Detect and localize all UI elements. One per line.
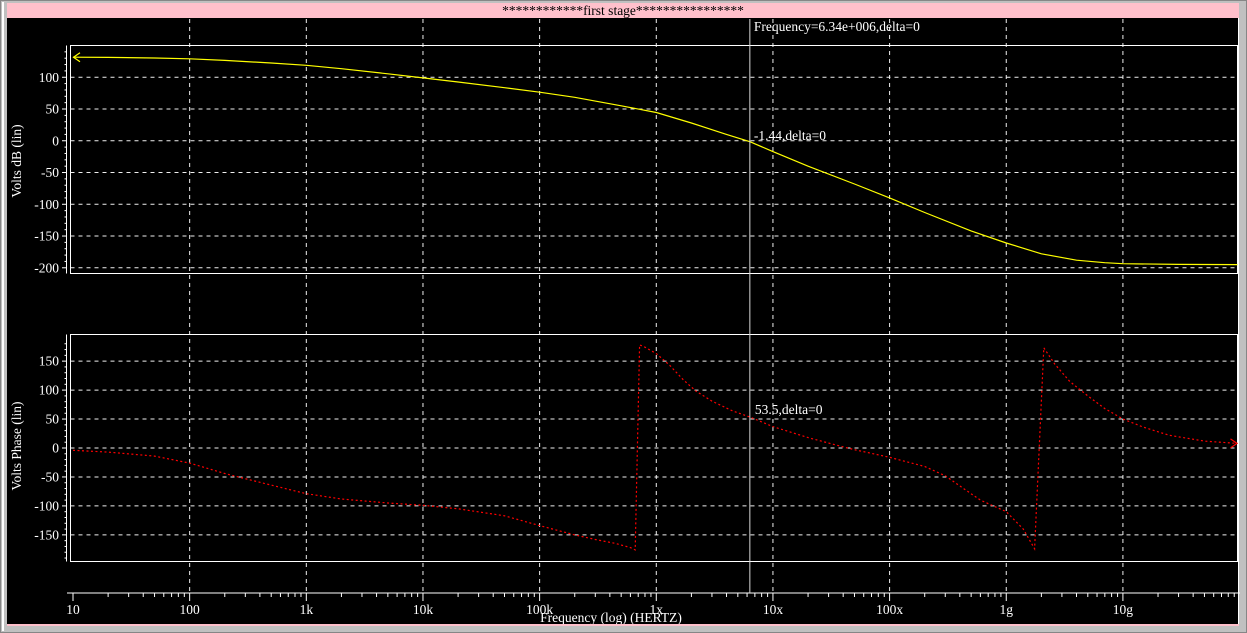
y-tick-label: -200 [34,260,59,275]
gain-y-axis-title: Volts dB (lin) [9,124,24,197]
y-tick-label: -50 [41,165,59,180]
plot-window: ************first stage**************** … [0,0,1247,633]
y-tick-label: 0 [52,133,59,148]
y-tick-label: 50 [46,412,60,427]
x-tick-label: 10x [763,602,784,617]
y-tick-label: 50 [46,102,60,117]
y-tick-label: 150 [39,354,60,369]
y-tick-label: 100 [39,70,60,85]
phase-y-axis-title: Volts Phase (lin) [9,401,24,490]
rendered-chart-layers: 100 50 0 -50 -100 -150 -200 150 100 50 0 -50 -100 -15… [34,19,1240,617]
x-tick-label: 100x [876,602,903,617]
cursor-frequency-annotation: Frequency=6.34e+006,delta=0 [754,19,920,34]
x-tick-label: 10g [1113,602,1134,617]
x-tick-label: 10k [413,602,434,617]
x-tick-label: 1g [1000,602,1014,617]
y-tick-label: -100 [34,498,59,513]
x-tick-label: 100 [180,602,201,617]
curves [72,19,1239,593]
y-tick-label: -150 [34,229,59,244]
plot-frame [70,334,1238,562]
phase-curve [72,344,1238,551]
window-bottom-accent [7,624,1239,626]
x-tick-label: 10 [66,602,80,617]
y-tick-label: 0 [52,441,59,456]
y-tick-label: -50 [41,469,59,484]
gain-curve [72,56,1238,266]
cursor-gain-annotation: -1.44,delta=0 [754,128,826,143]
y-tick-label: -150 [34,527,59,542]
bode-plot-svg[interactable]: 100 50 0 -50 -100 -150 -200 150 100 50 0 -50 -100 -15… [1,1,1246,632]
y-tick-label: -100 [34,197,59,212]
cursor-phase-annotation: 53.5,delta=0 [755,402,823,417]
axes: 100 50 0 -50 -100 -150 -200 150 100 50 0 -50 -100 -15… [34,45,1240,617]
x-tick-label: 1k [300,602,314,617]
y-tick-label: 100 [39,383,60,398]
x-axis-title: Frequency (log) (HERTZ) [540,610,682,625]
gridlines [70,19,1238,593]
plot-frame [70,45,1238,274]
